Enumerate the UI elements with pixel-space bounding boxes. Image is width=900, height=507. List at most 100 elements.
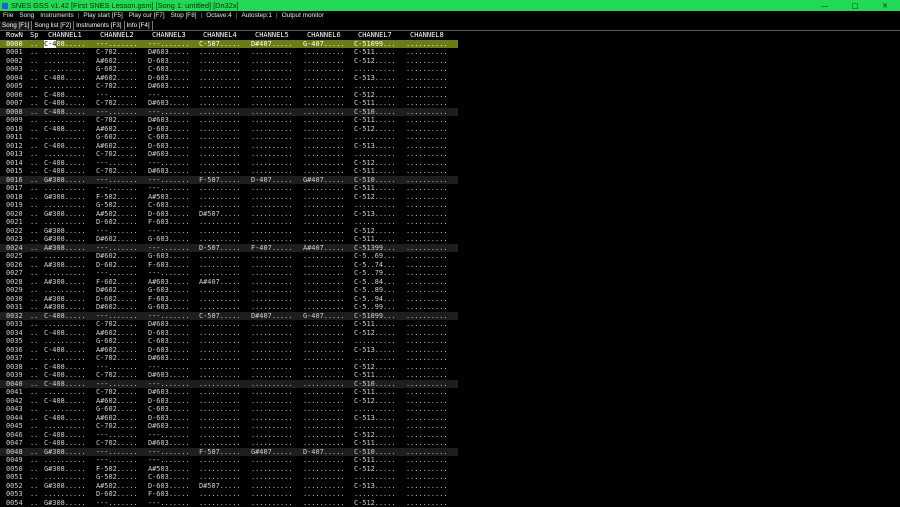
note-cell[interactable]: C-512..... [354,431,396,440]
speed-cell[interactable]: .. [30,48,38,57]
minimize-icon[interactable]: — [810,0,840,11]
note-cell[interactable]: .......... [406,414,448,423]
pattern-row[interactable]: 0028..A#308.....F-602.....A#603.....A#40… [0,278,458,287]
speed-cell[interactable]: .. [30,337,38,346]
note-cell[interactable]: C-408..... [44,91,86,100]
note-cell[interactable]: A#602..... [96,142,138,151]
pattern-row[interactable]: 0004..C-408.....A#602.....D-603.........… [0,74,458,83]
note-cell[interactable]: .......... [251,397,293,406]
speed-cell[interactable]: .. [30,91,38,100]
note-cell[interactable]: .......... [199,295,241,304]
note-cell[interactable]: A#502..... [96,482,138,491]
pattern-row[interactable]: 0013............C-702.....D#603.........… [0,150,458,159]
note-cell[interactable]: .......... [199,65,241,74]
pattern-row[interactable]: 0053............D-602.....F-603.........… [0,490,458,499]
menu-item-file[interactable]: File [0,12,16,19]
speed-cell[interactable]: .. [30,405,38,414]
note-cell[interactable]: .......... [251,74,293,83]
pattern-row[interactable]: 0040..C-408.....---.......---...........… [0,380,458,389]
note-cell[interactable]: .......... [406,201,448,210]
note-cell[interactable]: .......... [354,473,396,482]
note-cell[interactable]: .......... [199,193,241,202]
note-cell[interactable]: .......... [406,252,448,261]
note-cell[interactable]: A#602..... [96,346,138,355]
speed-cell[interactable]: .. [30,286,38,295]
note-cell[interactable]: G-602..... [96,133,138,142]
note-cell[interactable]: .......... [44,57,86,66]
close-icon[interactable]: ✕ [870,0,900,11]
pattern-row[interactable]: 0044..C-408.....A#602.....D-603.........… [0,414,458,423]
pattern-row[interactable]: 0027............---.......---...........… [0,269,458,278]
note-cell[interactable]: .......... [406,235,448,244]
note-cell[interactable]: .......... [199,456,241,465]
note-cell[interactable]: .......... [406,405,448,414]
note-cell[interactable]: .......... [406,150,448,159]
note-cell[interactable]: C-512..... [354,227,396,236]
note-cell[interactable]: .......... [354,82,396,91]
note-cell[interactable]: .......... [199,133,241,142]
note-cell[interactable]: ---....... [96,108,138,117]
note-cell[interactable]: C-507..... [199,312,241,321]
note-cell[interactable]: C-511..... [354,48,396,57]
note-cell[interactable]: C-702..... [96,320,138,329]
menu-item-play-start-f5[interactable]: Play start [F5] [80,12,125,19]
note-cell[interactable]: ---....... [96,227,138,236]
note-cell[interactable]: C-5..84... [354,278,396,287]
note-cell[interactable]: D-603..... [148,414,190,423]
note-cell[interactable]: C-513..... [354,210,396,219]
pattern-row[interactable]: 0001............C-702.....D#603.........… [0,48,458,57]
note-cell[interactable]: .......... [303,218,345,227]
note-cell[interactable]: .......... [303,48,345,57]
note-cell[interactable]: .......... [406,320,448,329]
note-cell[interactable]: .......... [303,108,345,117]
pattern-row[interactable]: 0043............G-602.....C-603.........… [0,405,458,414]
note-cell[interactable]: .......... [303,150,345,159]
note-cell[interactable]: .......... [406,456,448,465]
note-cell[interactable]: A#602..... [96,329,138,338]
note-cell[interactable]: ---....... [148,91,190,100]
note-cell[interactable]: C-408..... [44,159,86,168]
note-cell[interactable]: .......... [199,227,241,236]
note-cell[interactable]: D-603..... [148,142,190,151]
note-cell[interactable]: ---....... [96,363,138,372]
note-cell[interactable]: .......... [303,482,345,491]
note-cell[interactable]: D#407..... [251,40,293,49]
note-cell[interactable]: .......... [251,405,293,414]
note-cell[interactable]: .......... [44,456,86,465]
note-cell[interactable]: ---....... [148,456,190,465]
speed-cell[interactable]: .. [30,346,38,355]
speed-cell[interactable]: .. [30,482,38,491]
note-cell[interactable]: .......... [406,278,448,287]
note-cell[interactable]: G-602..... [96,65,138,74]
note-cell[interactable]: .......... [303,329,345,338]
note-cell[interactable]: F-507..... [199,448,241,457]
note-cell[interactable]: .......... [303,286,345,295]
note-cell[interactable]: G#308..... [44,193,86,202]
note-cell[interactable]: C-512..... [354,363,396,372]
note-cell[interactable]: .......... [303,167,345,176]
note-cell[interactable]: C-702..... [96,150,138,159]
note-cell[interactable]: .......... [251,201,293,210]
note-cell[interactable]: .......... [251,167,293,176]
note-cell[interactable]: .......... [303,371,345,380]
note-cell[interactable]: .......... [251,380,293,389]
note-cell[interactable]: C-408..... [44,40,86,49]
note-cell[interactable]: .......... [44,82,86,91]
tab-info-f4[interactable]: Info [F4] [125,21,153,30]
pattern-row[interactable]: 0017............---.......---...........… [0,184,458,193]
speed-cell[interactable]: .. [30,167,38,176]
note-cell[interactable]: .......... [199,431,241,440]
note-cell[interactable]: .......... [199,142,241,151]
note-cell[interactable]: C-512..... [354,159,396,168]
note-cell[interactable]: D#603..... [148,99,190,108]
note-cell[interactable]: .......... [354,354,396,363]
note-cell[interactable]: .......... [303,74,345,83]
note-cell[interactable]: .......... [354,201,396,210]
note-cell[interactable]: .......... [44,48,86,57]
note-cell[interactable]: .......... [199,490,241,499]
pattern-row[interactable]: 0031..A#308.....D#602.....G-603.........… [0,303,458,312]
speed-cell[interactable]: .. [30,99,38,108]
note-cell[interactable]: .......... [406,218,448,227]
note-cell[interactable]: C-510..... [354,448,396,457]
note-cell[interactable]: C-512..... [354,91,396,100]
